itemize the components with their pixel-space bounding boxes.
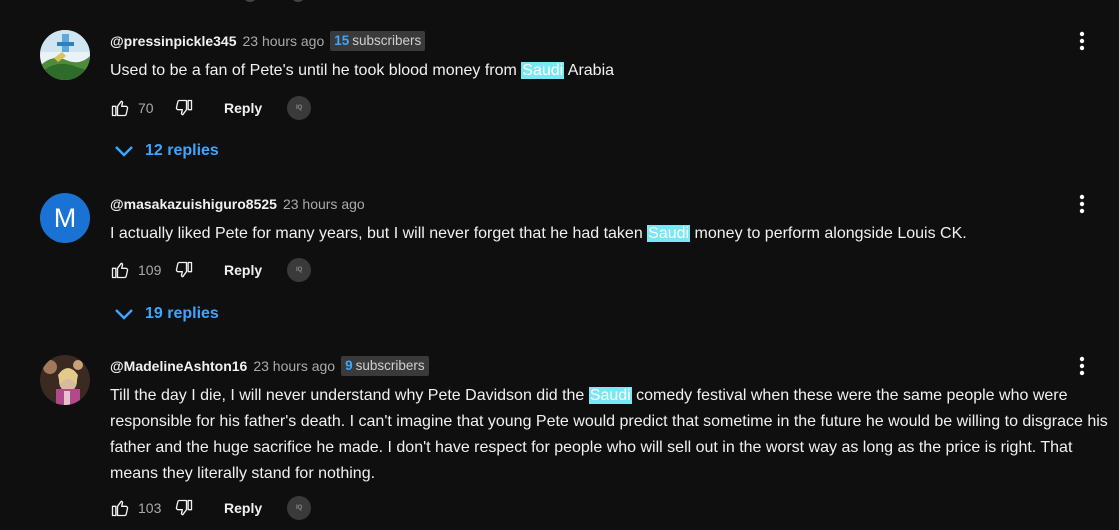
subscriber-label: subscribers <box>355 358 425 373</box>
more-actions-button[interactable] <box>1072 355 1092 379</box>
like-count: 103 <box>138 500 162 516</box>
more-actions-button[interactable] <box>1072 30 1092 54</box>
dislike-button[interactable] <box>174 98 194 118</box>
more-actions-button[interactable] <box>1072 193 1092 217</box>
chevron-down-icon <box>115 309 133 320</box>
like-count: 109 <box>138 262 162 278</box>
comment-text: I actually liked Pete for many years, bu… <box>110 221 1110 247</box>
comment-text-part: Till the day I die, I will never underst… <box>110 387 589 404</box>
like-button[interactable] <box>110 98 130 118</box>
replies-count-label: 19 replies <box>145 305 219 322</box>
comment-text-part: I actually liked Pete for many years, bu… <box>110 225 648 242</box>
subscriber-badge: 15 subscribers <box>330 31 426 51</box>
comment-text: Used to be a fan of Pete's until he took… <box>110 58 1110 84</box>
search-highlight: Saudi <box>521 62 565 79</box>
dislike-button[interactable] <box>174 260 194 280</box>
author-handle[interactable]: @masakazuishiguro8525 <box>110 196 277 212</box>
reply-button[interactable]: Reply <box>224 100 262 116</box>
thumbs-down-icon <box>175 499 193 516</box>
avatar[interactable]: M <box>40 193 90 243</box>
comment-actions: 109 Reply IQ <box>110 257 312 283</box>
view-replies-button[interactable]: 19 replies <box>114 305 219 323</box>
photo-avatar-icon <box>40 355 90 405</box>
timestamp[interactable]: 23 hours ago <box>253 358 335 374</box>
comment-text-part: money to perform alongside Louis CK. <box>690 225 967 242</box>
thumbs-down-icon <box>175 99 193 116</box>
subscriber-label: subscribers <box>352 33 422 48</box>
comment-actions: 103 Reply IQ <box>110 495 312 521</box>
subscriber-count: 15 <box>334 33 350 48</box>
search-highlight: Saudi <box>588 387 632 404</box>
kebab-menu-icon <box>1079 356 1085 376</box>
view-replies-button[interactable]: 12 replies <box>114 142 219 160</box>
comment-header: @pressinpickle345 23 hours ago 15 subscri… <box>110 31 426 51</box>
iq-extension-icon[interactable]: IQ <box>287 496 312 520</box>
comment-text-part: Used to be a fan of Pete's until he took… <box>110 62 522 79</box>
comment-text: Till the day I die, I will never underst… <box>110 383 1110 487</box>
like-count: 70 <box>138 100 154 116</box>
chevron-down-icon <box>115 146 133 157</box>
comment-text-part: Arabia <box>564 62 615 79</box>
iq-extension-icon[interactable]: IQ <box>287 96 312 120</box>
thumbs-down-icon <box>175 261 193 278</box>
replies-count-label: 12 replies <box>145 142 219 159</box>
avatar-letter: M <box>53 202 77 233</box>
kebab-menu-icon <box>1079 194 1085 214</box>
dislike-button[interactable] <box>174 498 194 518</box>
iq-extension-icon[interactable]: IQ <box>287 258 312 282</box>
comment-header: @masakazuishiguro8525 23 hours ago <box>110 195 365 213</box>
subscriber-count: 9 <box>345 358 353 373</box>
kebab-menu-icon <box>1079 31 1085 51</box>
like-button[interactable] <box>110 260 130 280</box>
subscriber-badge: 9 subscribers <box>341 356 429 376</box>
reply-button[interactable]: Reply <box>224 262 262 278</box>
author-handle[interactable]: @pressinpickle345 <box>110 33 237 49</box>
timestamp[interactable]: 23 hours ago <box>283 196 365 212</box>
thumbs-up-icon <box>111 100 129 117</box>
top-partial-dot <box>293 0 303 2</box>
reply-button[interactable]: Reply <box>224 500 262 516</box>
top-partial-dot <box>245 0 255 2</box>
search-highlight: Saudi <box>647 225 691 242</box>
like-button[interactable] <box>110 498 130 518</box>
author-handle[interactable]: @MadelineAshton16 <box>110 358 247 374</box>
comment-header: @MadelineAshton16 23 hours ago 9 subscrib… <box>110 356 429 376</box>
timestamp[interactable]: 23 hours ago <box>243 33 325 49</box>
avatar[interactable] <box>40 355 90 405</box>
avatar[interactable] <box>40 30 90 80</box>
comment-actions: 70 Reply IQ <box>110 95 312 121</box>
landscape-avatar-icon <box>40 30 90 80</box>
thumbs-up-icon <box>111 500 129 517</box>
thumbs-up-icon <box>111 262 129 279</box>
